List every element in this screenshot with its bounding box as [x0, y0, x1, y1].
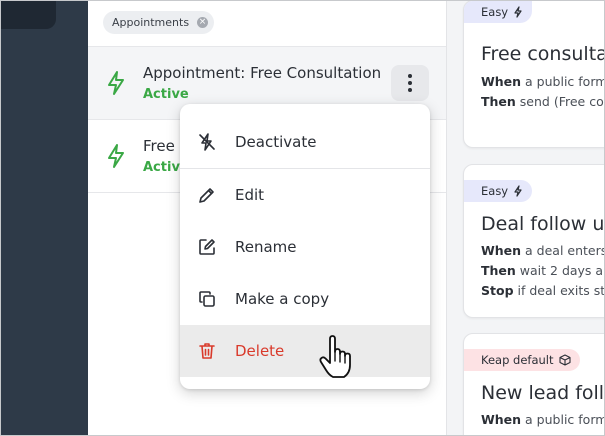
- template-rule: Then send (Free co: [481, 94, 604, 109]
- pencil-icon: [199, 188, 214, 203]
- template-rule: Then wait 2 days an: [481, 263, 605, 278]
- kebab-dot-icon: [408, 81, 412, 85]
- keap-default-badge: Keap default: [464, 349, 580, 371]
- template-title: New lead follo: [481, 382, 605, 404]
- status-badge: Active: [143, 87, 189, 102]
- badge-label: Keap default: [481, 353, 554, 367]
- automation-title[interactable]: Appointment: Free Consultation: [143, 64, 381, 82]
- template-rule: When a deal enters: [481, 243, 605, 258]
- trash-icon: [199, 343, 215, 359]
- bolt-icon: [514, 185, 522, 197]
- close-icon[interactable]: ×: [197, 17, 209, 28]
- template-rule: When a public form: [481, 74, 605, 89]
- copy-icon: [199, 291, 215, 307]
- bolt-icon: [514, 6, 522, 18]
- bolt-icon: [108, 71, 124, 95]
- deactivate-menu-item[interactable]: Deactivate: [180, 104, 430, 168]
- badge-label: Easy: [481, 5, 509, 19]
- menu-item-label: Deactivate: [235, 133, 317, 151]
- bolt-icon: [108, 144, 124, 168]
- menu-item-label: Edit: [235, 186, 265, 204]
- template-title: Deal follow up: [481, 213, 605, 235]
- difficulty-badge: Easy: [464, 1, 533, 23]
- app-sidebar: [0, 0, 88, 436]
- template-rule: When a public form: [481, 412, 605, 427]
- template-card[interactable]: Keap default New lead follo When a publi…: [463, 333, 605, 436]
- menu-item-label: Rename: [235, 238, 297, 256]
- menu-item-label: Make a copy: [235, 290, 330, 308]
- make-copy-menu-item[interactable]: Make a copy: [180, 273, 430, 325]
- filter-chip-label: Appointments: [112, 16, 190, 29]
- filter-chip-appointments[interactable]: Appointments ×: [103, 11, 215, 34]
- template-title: Free consulta: [481, 43, 605, 65]
- bolt-off-icon: [199, 133, 215, 151]
- edit-square-icon: [199, 239, 215, 255]
- sidebar-nav-pill[interactable]: [0, 0, 56, 29]
- kebab-dot-icon: [408, 74, 412, 78]
- more-options-button[interactable]: [391, 65, 429, 101]
- edit-menu-item[interactable]: Edit: [180, 169, 430, 221]
- hand-pointer-icon: [319, 335, 351, 378]
- delete-menu-item[interactable]: Delete: [180, 325, 430, 377]
- template-card[interactable]: Easy Free consulta When a public form Th…: [463, 0, 605, 148]
- menu-item-label: Delete: [235, 342, 285, 360]
- kebab-dot-icon: [408, 88, 412, 92]
- automation-title[interactable]: Free: [143, 137, 175, 155]
- template-rule: Stop if deal exits st: [481, 283, 605, 298]
- template-cards-area: Easy Free consulta When a public form Th…: [446, 0, 605, 436]
- box-icon: [558, 354, 571, 366]
- rename-menu-item[interactable]: Rename: [180, 221, 430, 273]
- options-menu: Deactivate Edit Rename Make a copy Delet…: [180, 104, 430, 389]
- badge-label: Easy: [481, 184, 509, 198]
- template-card[interactable]: Easy Deal follow up When a deal enters T…: [463, 164, 605, 318]
- filter-bar: Appointments ×: [88, 0, 446, 47]
- difficulty-badge: Easy: [464, 180, 533, 202]
